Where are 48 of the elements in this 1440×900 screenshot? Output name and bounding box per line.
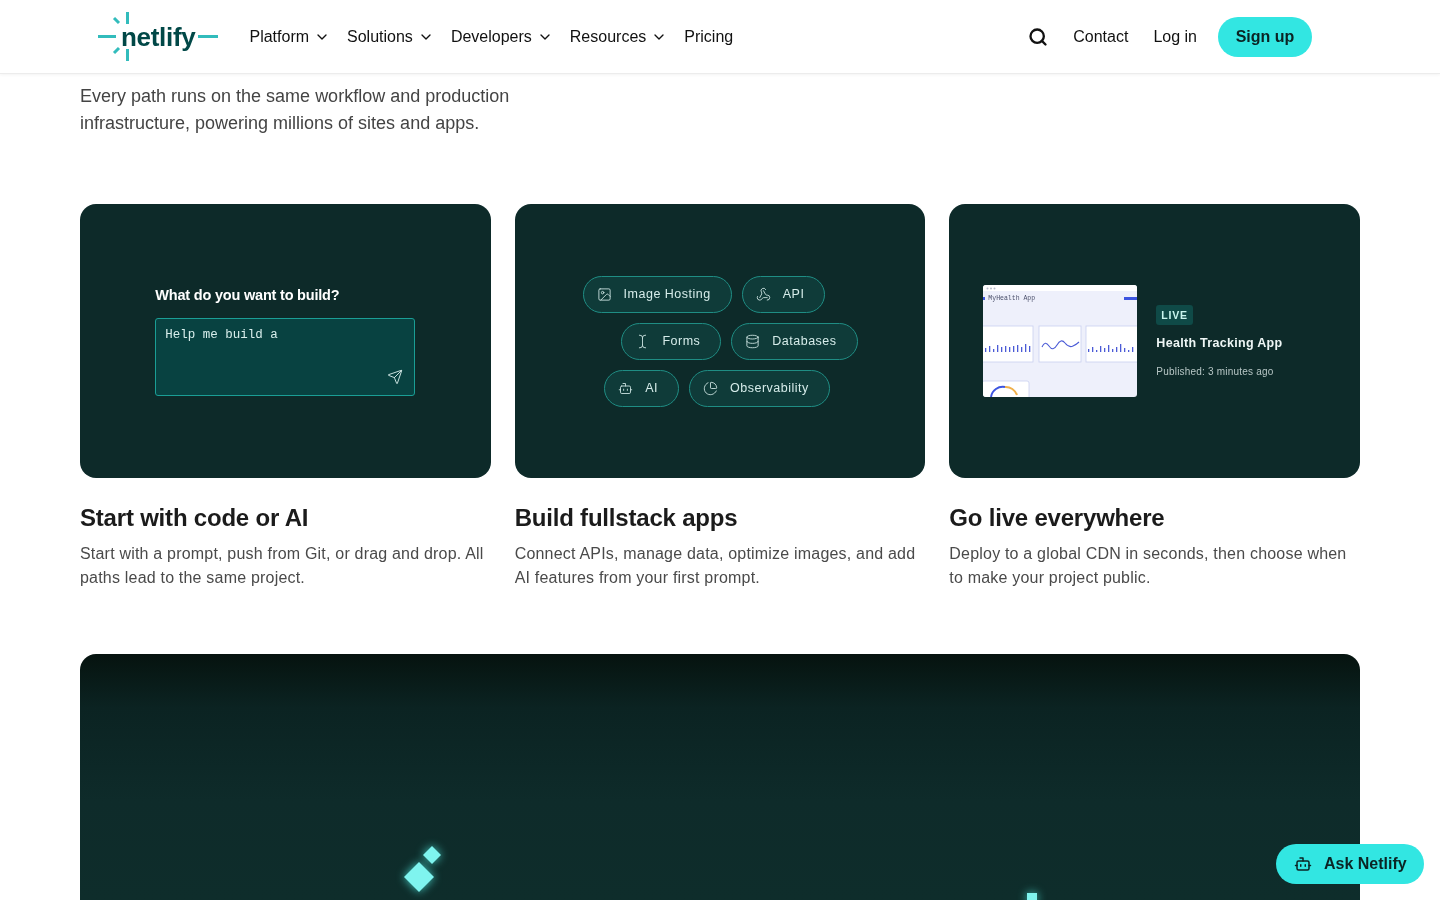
nav-link[interactable]: Log in [1153,25,1197,48]
pie-chart-icon [703,380,718,396]
nav-link[interactable]: Contact [1073,25,1129,48]
webhook-icon [755,286,771,302]
robot-icon [618,380,634,396]
feature-chip[interactable]: Observability [689,369,830,407]
card-title: Go live everywhere [949,503,1166,533]
search-icon [1028,26,1049,47]
prompt-label: What do you want to build? [155,286,341,304]
feature-chip[interactable]: API [741,275,826,313]
stat-card [983,380,1030,397]
hero-subtitle: Every path runs on the same workflow and production infrastructure, powering millions of sites and apps. [80,85,511,135]
ask-netlify-button[interactable]: Ask Netlify [1276,844,1424,884]
nav-menu-item[interactable]: Resources [569,25,668,48]
card-description: Start with a prompt, push from Git, or drag and drop. All paths lead to the same project. [80,544,485,588]
card-title: Build fullstack apps [514,503,739,533]
mini-button-icon [1124,296,1138,300]
sign-up-button[interactable]: Sign up [1218,16,1312,57]
feature-chip[interactable]: Databases [731,322,858,360]
progress-arc [990,385,1007,397]
window-dots-icon [986,286,997,290]
card-description: Connect APIs, manage data, optimize images, and add AI features from your first prompt. [514,544,917,588]
logo-wordmark[interactable]: netlify [121,21,196,52]
database-icon [745,333,761,349]
card-title: Start with code or AI [80,503,310,533]
image-icon [596,286,612,302]
card-description: Deploy to a global CDN in seconds, then choose when to make your project public. [949,544,1348,588]
feature-chip[interactable]: Forms [621,322,722,360]
stat-card [1038,325,1082,363]
nav-menu-item[interactable]: Pricing [684,25,734,48]
feature-chip[interactable]: AI [604,369,679,407]
stat-card [1085,325,1138,363]
app-name: Health Tracking App [1156,334,1283,351]
progress-arc [1004,386,1019,396]
send-icon [387,369,404,385]
stat-card [983,325,1034,363]
published-time: Published: 3 minutes ago [1156,364,1274,378]
search-button[interactable] [1028,26,1049,47]
send-button[interactable] [387,369,404,385]
nav-menu-item[interactable]: Platform [249,25,331,48]
live-badge: LIVE [1156,304,1193,325]
chart-line [1041,340,1080,350]
nav-menu-item[interactable]: Developers [450,25,553,48]
feature-chip[interactable]: Image Hosting [582,275,732,313]
prompt-field[interactable]: Help me build a [155,318,416,396]
nav-menu-item[interactable]: Solutions [347,25,434,48]
robot-icon [1294,855,1312,873]
logo-line-icon [198,35,219,38]
